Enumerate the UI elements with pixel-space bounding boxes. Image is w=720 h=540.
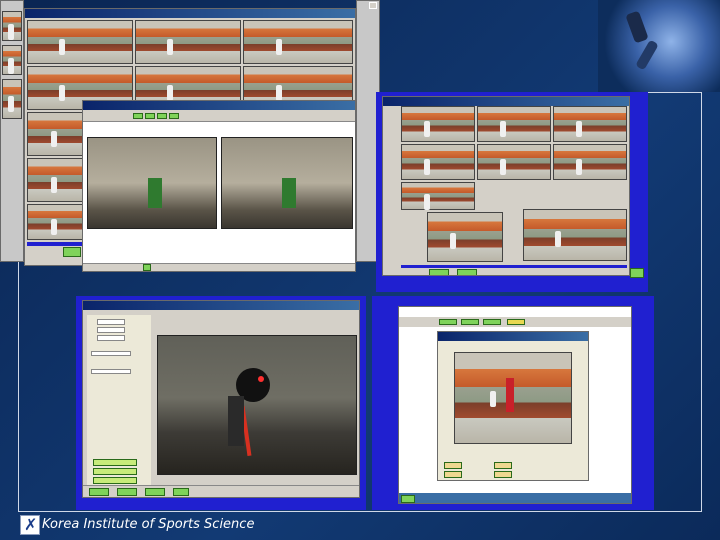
- video-thumbnail[interactable]: [427, 212, 503, 262]
- athlete-photo: [598, 0, 720, 92]
- background-window: [0, 0, 24, 262]
- dialog-button[interactable]: [494, 462, 512, 469]
- kiss-logo-icon: ✗: [20, 515, 40, 535]
- action-button[interactable]: [457, 269, 477, 275]
- athlete-marker: [148, 178, 162, 208]
- dual-video-window: [82, 100, 356, 272]
- video-thumbnail[interactable]: [477, 144, 551, 180]
- toolbar-button[interactable]: [173, 488, 189, 496]
- video-thumbnail[interactable]: [401, 182, 475, 210]
- tracking-slider[interactable]: [91, 369, 131, 374]
- rgb-input-b[interactable]: [97, 335, 125, 341]
- video-thumbnail[interactable]: [27, 20, 133, 64]
- status-button[interactable]: [143, 264, 151, 271]
- video-thumbnail[interactable]: [477, 106, 551, 142]
- presentation-slide: ✗ Korea Institute of Sports Science: [0, 0, 720, 540]
- panel-button[interactable]: [93, 468, 137, 475]
- toolbar-button[interactable]: [483, 319, 501, 325]
- taskbar: [399, 493, 631, 503]
- rgb-input-r[interactable]: [97, 319, 125, 325]
- start-button[interactable]: [401, 495, 415, 503]
- video-panel-right[interactable]: [221, 137, 353, 229]
- tracking-window: [82, 300, 360, 498]
- video-thumbnail: [2, 79, 22, 119]
- video-thumbnail[interactable]: [401, 144, 475, 180]
- tracking-video[interactable]: [157, 335, 357, 475]
- action-button[interactable]: [63, 247, 81, 257]
- toolbar-button[interactable]: [117, 488, 137, 496]
- athlete-legs: [635, 39, 659, 71]
- dialog-button[interactable]: [494, 471, 512, 478]
- panel-button[interactable]: [93, 477, 137, 484]
- athlete-figure: [228, 396, 244, 446]
- capture-dialog: [437, 331, 589, 481]
- toolbar: [83, 110, 355, 122]
- action-button[interactable]: [429, 269, 449, 275]
- thumbnail-grid-window: [382, 96, 630, 276]
- athlete-figure: [625, 10, 649, 44]
- toolbar-button[interactable]: [461, 319, 479, 325]
- toolbar-button[interactable]: [145, 113, 155, 119]
- toolbar-button[interactable]: [507, 319, 525, 325]
- video-thumbnail: [2, 45, 22, 75]
- dialog-button[interactable]: [444, 471, 462, 478]
- dialog-button[interactable]: [444, 462, 462, 469]
- tracking-marker: [258, 376, 264, 382]
- timeline-bar: [401, 265, 627, 268]
- video-thumbnail[interactable]: [243, 20, 353, 64]
- range-slider[interactable]: [91, 351, 131, 356]
- slide-caption: Korea Institute of Sports Science: [42, 517, 255, 532]
- athlete-marker: [282, 178, 296, 208]
- capture-window: [398, 306, 632, 504]
- video-thumbnail[interactable]: [135, 20, 241, 64]
- video-thumbnail: [2, 11, 22, 41]
- window-titlebar: [25, 9, 355, 18]
- toolbar-button[interactable]: [439, 319, 457, 325]
- toolbar-button[interactable]: [157, 113, 167, 119]
- control-panel: [87, 315, 151, 485]
- video-thumbnail[interactable]: [553, 106, 627, 142]
- dialog-titlebar: [438, 332, 588, 341]
- athlete-figure: [506, 378, 514, 412]
- panel-button[interactable]: [93, 459, 137, 466]
- status-bar: [83, 263, 355, 271]
- rgb-input-g[interactable]: [97, 327, 125, 333]
- window-titlebar: [83, 101, 355, 110]
- toolbar-button[interactable]: [169, 113, 179, 119]
- toolbar-button[interactable]: [89, 488, 109, 496]
- video-panel-left[interactable]: [87, 137, 217, 229]
- window-titlebar: [383, 97, 629, 106]
- video-thumbnail[interactable]: [401, 106, 475, 142]
- close-icon[interactable]: [369, 2, 377, 9]
- action-button[interactable]: [630, 268, 644, 278]
- window-titlebar: [83, 301, 359, 310]
- toolbar-button[interactable]: [133, 113, 143, 119]
- video-thumbnail[interactable]: [523, 209, 627, 261]
- toolbar-button[interactable]: [145, 488, 165, 496]
- video-thumbnail[interactable]: [553, 144, 627, 180]
